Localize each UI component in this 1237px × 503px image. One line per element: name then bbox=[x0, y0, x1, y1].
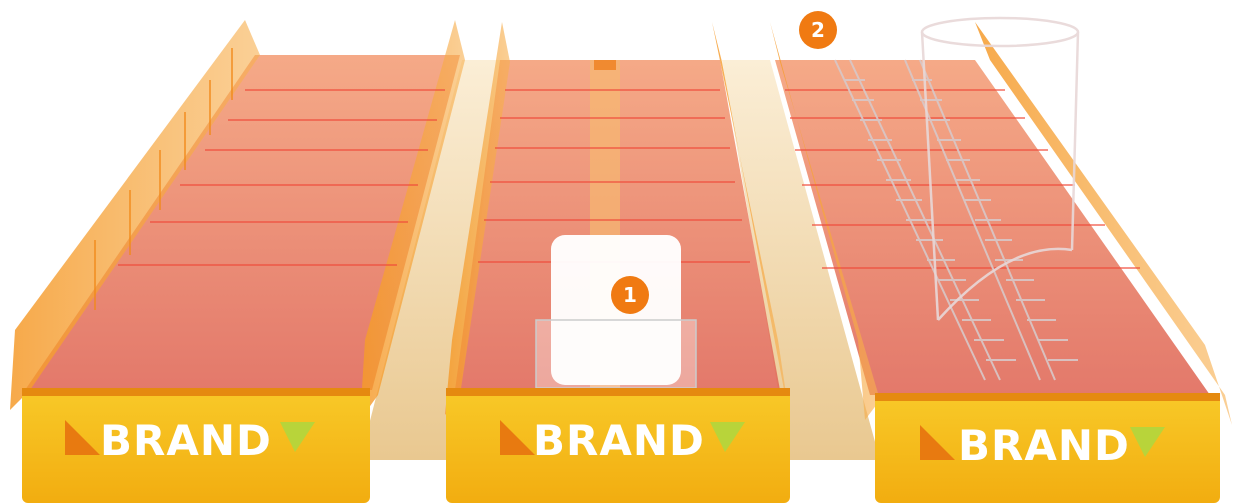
panel-rim bbox=[446, 388, 790, 396]
product-holder bbox=[535, 319, 697, 389]
shelf-illustration: BRAND BRAND BRAND 1 2 bbox=[10, 11, 1232, 503]
callout-label: 2 bbox=[811, 18, 825, 42]
brand-label: BRAND bbox=[533, 416, 705, 465]
callout-label: 1 bbox=[623, 283, 637, 307]
callout-badge-2[interactable]: 2 bbox=[799, 11, 837, 49]
brand-label: BRAND bbox=[100, 416, 272, 465]
brand-label: BRAND bbox=[958, 421, 1130, 470]
center-rail-top bbox=[594, 60, 616, 70]
callout-badge-1[interactable]: 1 bbox=[611, 276, 649, 314]
shelf-tray-scene: BRAND BRAND BRAND 1 2 bbox=[0, 0, 1237, 503]
panel-rim bbox=[22, 388, 370, 396]
panel-rim bbox=[875, 393, 1220, 401]
